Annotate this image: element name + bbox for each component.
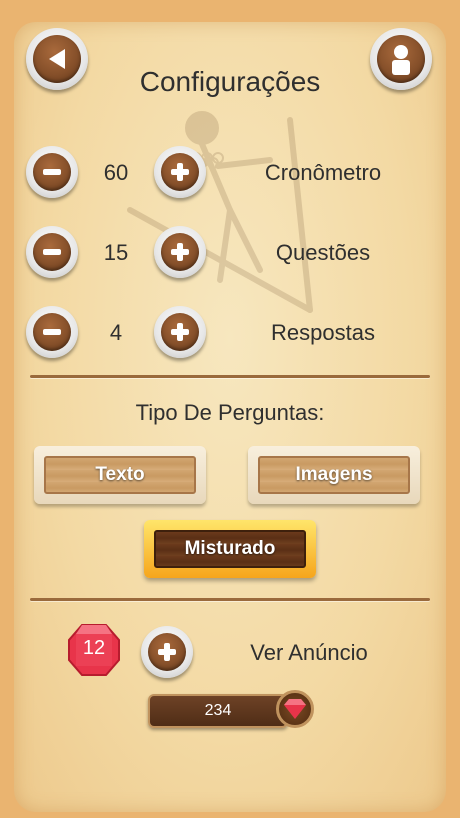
option-mixed-label: Misturado xyxy=(154,530,306,568)
plus-icon xyxy=(171,323,189,341)
page-title: Configurações xyxy=(139,66,321,97)
timer-label: Cronômetro xyxy=(264,160,382,185)
timer-plus-button[interactable] xyxy=(154,146,206,198)
currency-gem-badge xyxy=(276,690,314,728)
question-type-heading: Tipo De Perguntas: xyxy=(135,400,325,425)
answers-value: 4 xyxy=(109,320,123,345)
plus-icon xyxy=(158,643,176,661)
minus-icon xyxy=(43,169,61,175)
watch-ad-plus-button[interactable] xyxy=(141,626,193,678)
answers-label: Respostas xyxy=(271,320,375,345)
option-images-button[interactable]: Imagens xyxy=(248,446,420,504)
questions-label: Questões xyxy=(275,240,371,265)
timer-value: 60 xyxy=(103,160,129,185)
questions-value: 15 xyxy=(103,240,129,265)
option-mixed-button[interactable]: Misturado xyxy=(144,520,316,578)
option-images-label: Imagens xyxy=(258,456,410,494)
answers-plus-button[interactable] xyxy=(154,306,206,358)
minus-icon xyxy=(43,249,61,255)
plus-icon xyxy=(171,163,189,181)
option-text-label: Texto xyxy=(44,456,196,494)
gem-count: 12 xyxy=(82,637,106,659)
watch-ad-label: Ver Anúncio xyxy=(250,640,368,665)
timer-minus-button[interactable] xyxy=(26,146,78,198)
divider xyxy=(30,598,430,601)
gem-icon xyxy=(284,699,306,719)
divider xyxy=(30,375,430,378)
plus-icon xyxy=(171,243,189,261)
currency-bar: 234 xyxy=(148,694,288,728)
questions-minus-button[interactable] xyxy=(26,226,78,278)
questions-plus-button[interactable] xyxy=(154,226,206,278)
currency-amount: 234 xyxy=(204,702,232,719)
answers-minus-button[interactable] xyxy=(26,306,78,358)
minus-icon xyxy=(43,329,61,335)
ski-jumper-illustration xyxy=(127,111,313,313)
option-text-button[interactable]: Texto xyxy=(34,446,206,504)
